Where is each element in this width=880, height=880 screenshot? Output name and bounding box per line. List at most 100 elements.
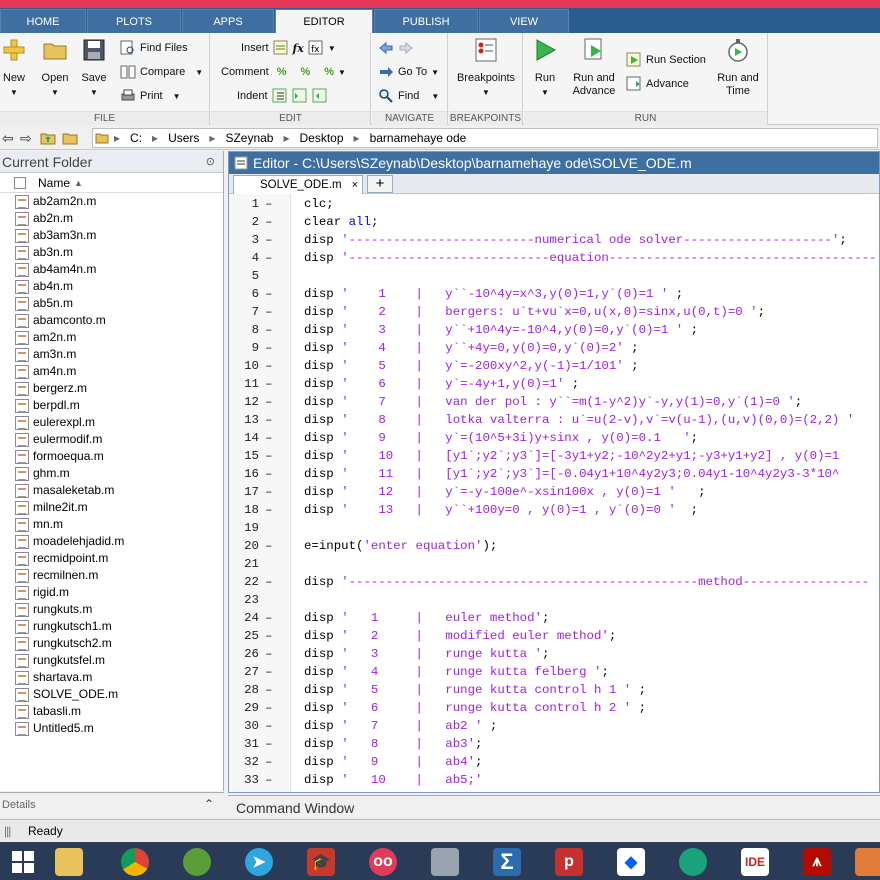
decrease-indent-icon[interactable] — [312, 88, 328, 104]
path-segment[interactable]: SZeynab — [220, 131, 278, 145]
code-line[interactable]: 8– disp ' 3 | y``+10^4y=-10^4,y(0)=0,y`(0… — [229, 321, 879, 339]
code-line[interactable]: 26– disp ' 3 | runge kutta '; — [229, 645, 879, 663]
breakpoint-marker[interactable]: – — [265, 411, 272, 429]
comment-icon[interactable]: % — [277, 66, 287, 78]
close-icon[interactable]: × — [352, 176, 358, 194]
code-line[interactable]: 33– disp ' 10 | ab5;' — [229, 771, 879, 789]
file-list-item[interactable]: masaleketab.m — [0, 482, 223, 499]
code-line[interactable]: 14– disp ' 9 | y`=(10^5+3i)y+sinx , y(0)=… — [229, 429, 879, 447]
file-list-item[interactable]: SOLVE_ODE.m — [0, 686, 223, 703]
file-list-item[interactable]: tabasli.m — [0, 703, 223, 720]
comment-dropdown-icon[interactable]: ▼ — [338, 68, 346, 77]
breakpoint-marker[interactable]: – — [265, 195, 272, 213]
path-segment[interactable]: Users — [163, 131, 204, 145]
run-section-button[interactable]: Run Section — [626, 51, 706, 69]
breakpoint-marker[interactable]: – — [265, 537, 272, 555]
insert-button[interactable]: Insert fx fx ▼ — [241, 39, 336, 57]
new-tab-button[interactable]: + — [367, 175, 393, 193]
tab-apps[interactable]: APPS — [182, 9, 274, 33]
file-list-item[interactable]: berpdl.m — [0, 397, 223, 414]
code-line[interactable]: 30– disp ' 7 | ab2 ' ; — [229, 717, 879, 735]
breakpoint-marker[interactable]: – — [265, 357, 272, 375]
breakpoint-marker[interactable]: – — [265, 249, 272, 267]
tab-plots[interactable]: PLOTS — [87, 9, 181, 33]
code-line[interactable]: 23 — [229, 591, 879, 609]
breakpoint-marker[interactable]: – — [265, 681, 272, 699]
taskbar-graduation-app[interactable]: 🎓 — [298, 845, 344, 879]
details-panel[interactable]: Details ⌃ — [0, 792, 224, 816]
up-folder-icon[interactable] — [40, 131, 56, 145]
file-list-item[interactable]: rungkuts.m — [0, 601, 223, 618]
breakpoint-marker[interactable]: – — [265, 663, 272, 681]
code-line[interactable]: 18– disp ' 13 | y``+100y=0 , y(0)=1 , y`(… — [229, 501, 879, 519]
taskbar-telegram[interactable]: ➤ — [236, 845, 282, 879]
file-list-item[interactable]: Untitled5.m — [0, 720, 223, 737]
run-and-advance-button[interactable]: Run and Advance — [570, 37, 618, 98]
code-line[interactable]: 15– disp ' 10 | [y1`;y2`;y3`]=[-3y1+y2;-1… — [229, 447, 879, 465]
command-window-bar[interactable]: Command Window — [228, 795, 880, 819]
taskbar-android-studio[interactable] — [174, 845, 220, 879]
indent-button[interactable]: Indent — [237, 87, 328, 105]
file-list-item[interactable]: recmidpoint.m — [0, 550, 223, 567]
code-line[interactable]: 7– disp ' 2 | bergers: u`t+vu`x=0,u(x,0)=… — [229, 303, 879, 321]
breakpoint-marker[interactable]: – — [265, 447, 272, 465]
save-button[interactable]: Save ▼ — [78, 37, 110, 99]
uncomment-icon[interactable]: % — [300, 66, 310, 78]
breakpoint-marker[interactable]: – — [265, 321, 272, 339]
file-list-item[interactable]: ab3n.m — [0, 244, 223, 261]
run-and-time-button[interactable]: Run and Time — [716, 37, 760, 98]
taskbar-dropbox[interactable]: ◆ — [608, 845, 654, 879]
file-list-item[interactable]: rungkutsch2.m — [0, 635, 223, 652]
code-line[interactable]: 2– clear all; — [229, 213, 879, 231]
taskbar-file-explorer[interactable] — [46, 845, 92, 879]
path-segment[interactable]: C: — [125, 131, 147, 145]
fx-icon[interactable]: fx — [293, 42, 304, 55]
taskbar-ide[interactable]: IDE — [732, 845, 778, 879]
compare-button[interactable]: Compare ▼ — [120, 63, 203, 81]
taskbar-sigma-app[interactable]: Σ — [484, 845, 530, 879]
code-line[interactable]: 31– disp ' 8 | ab3'; — [229, 735, 879, 753]
file-list-item[interactable]: ghm.m — [0, 465, 223, 482]
path-segment[interactable]: barnamehaye ode — [365, 131, 472, 145]
code-line[interactable]: 20– e=input('enter equation'); — [229, 537, 879, 555]
breakpoint-marker[interactable]: – — [265, 231, 272, 249]
code-area[interactable]: 1– clc; 2– clear all; 3– disp '--------------… — [229, 194, 879, 792]
back-forward-buttons[interactable] — [378, 39, 414, 57]
code-line[interactable]: 1– clc; — [229, 195, 879, 213]
file-list-item[interactable]: bergerz.m — [0, 380, 223, 397]
breakpoint-marker[interactable]: – — [265, 339, 272, 357]
file-list-item[interactable]: milne2it.m — [0, 499, 223, 516]
smart-indent-icon[interactable] — [272, 88, 288, 104]
code-line[interactable]: 9– disp ' 4 | y``+4y=0,y(0)=0,y`(0)=2' ; — [229, 339, 879, 357]
code-line[interactable]: 22– disp '-------------------------------… — [229, 573, 879, 591]
breakpoint-marker[interactable]: – — [265, 375, 272, 393]
taskbar-database[interactable] — [422, 845, 468, 879]
file-list-item[interactable]: abamconto.m — [0, 312, 223, 329]
column-header[interactable]: Name ▲ — [0, 173, 223, 193]
taskbar-p-app[interactable]: p — [546, 845, 592, 879]
tab-editor[interactable]: EDITOR — [275, 9, 373, 34]
file-list-item[interactable]: rungkutsch1.m — [0, 618, 223, 635]
start-button[interactable] — [0, 845, 46, 879]
code-line[interactable]: 10– disp ' 5 | y`=-200xy^2,y(-1)=1/101' ; — [229, 357, 879, 375]
file-list-item[interactable]: am2n.m — [0, 329, 223, 346]
code-line[interactable]: 28– disp ' 5 | runge kutta control h 1 ' … — [229, 681, 879, 699]
breakpoint-marker[interactable]: – — [265, 393, 272, 411]
file-list-item[interactable]: ab4am4n.m — [0, 261, 223, 278]
file-list-item[interactable]: recmilnen.m — [0, 567, 223, 584]
insert-dropdown-icon[interactable]: ▼ — [328, 44, 336, 53]
breakpoint-marker[interactable]: – — [265, 771, 272, 789]
tab-publish[interactable]: PUBLISH — [374, 9, 478, 33]
back-icon[interactable]: ⇦ — [2, 130, 14, 147]
file-tab-solve-ode[interactable]: SOLVE_ODE.m × — [233, 175, 363, 194]
find-button[interactable]: Find ▼ — [378, 87, 439, 105]
breakpoint-marker[interactable]: – — [265, 699, 272, 717]
print-button[interactable]: Print ▼ — [120, 87, 181, 105]
taskbar-flickr-like[interactable]: oo — [360, 845, 406, 879]
file-list-item[interactable]: am3n.m — [0, 346, 223, 363]
code-line[interactable]: 24– disp ' 1 | euler method'; — [229, 609, 879, 627]
file-list-item[interactable]: shartava.m — [0, 669, 223, 686]
file-list-item[interactable]: ab2am2n.m — [0, 193, 223, 210]
breakpoints-button[interactable]: Breakpoints ▼ — [453, 37, 519, 99]
breakpoint-marker[interactable]: – — [265, 753, 272, 771]
